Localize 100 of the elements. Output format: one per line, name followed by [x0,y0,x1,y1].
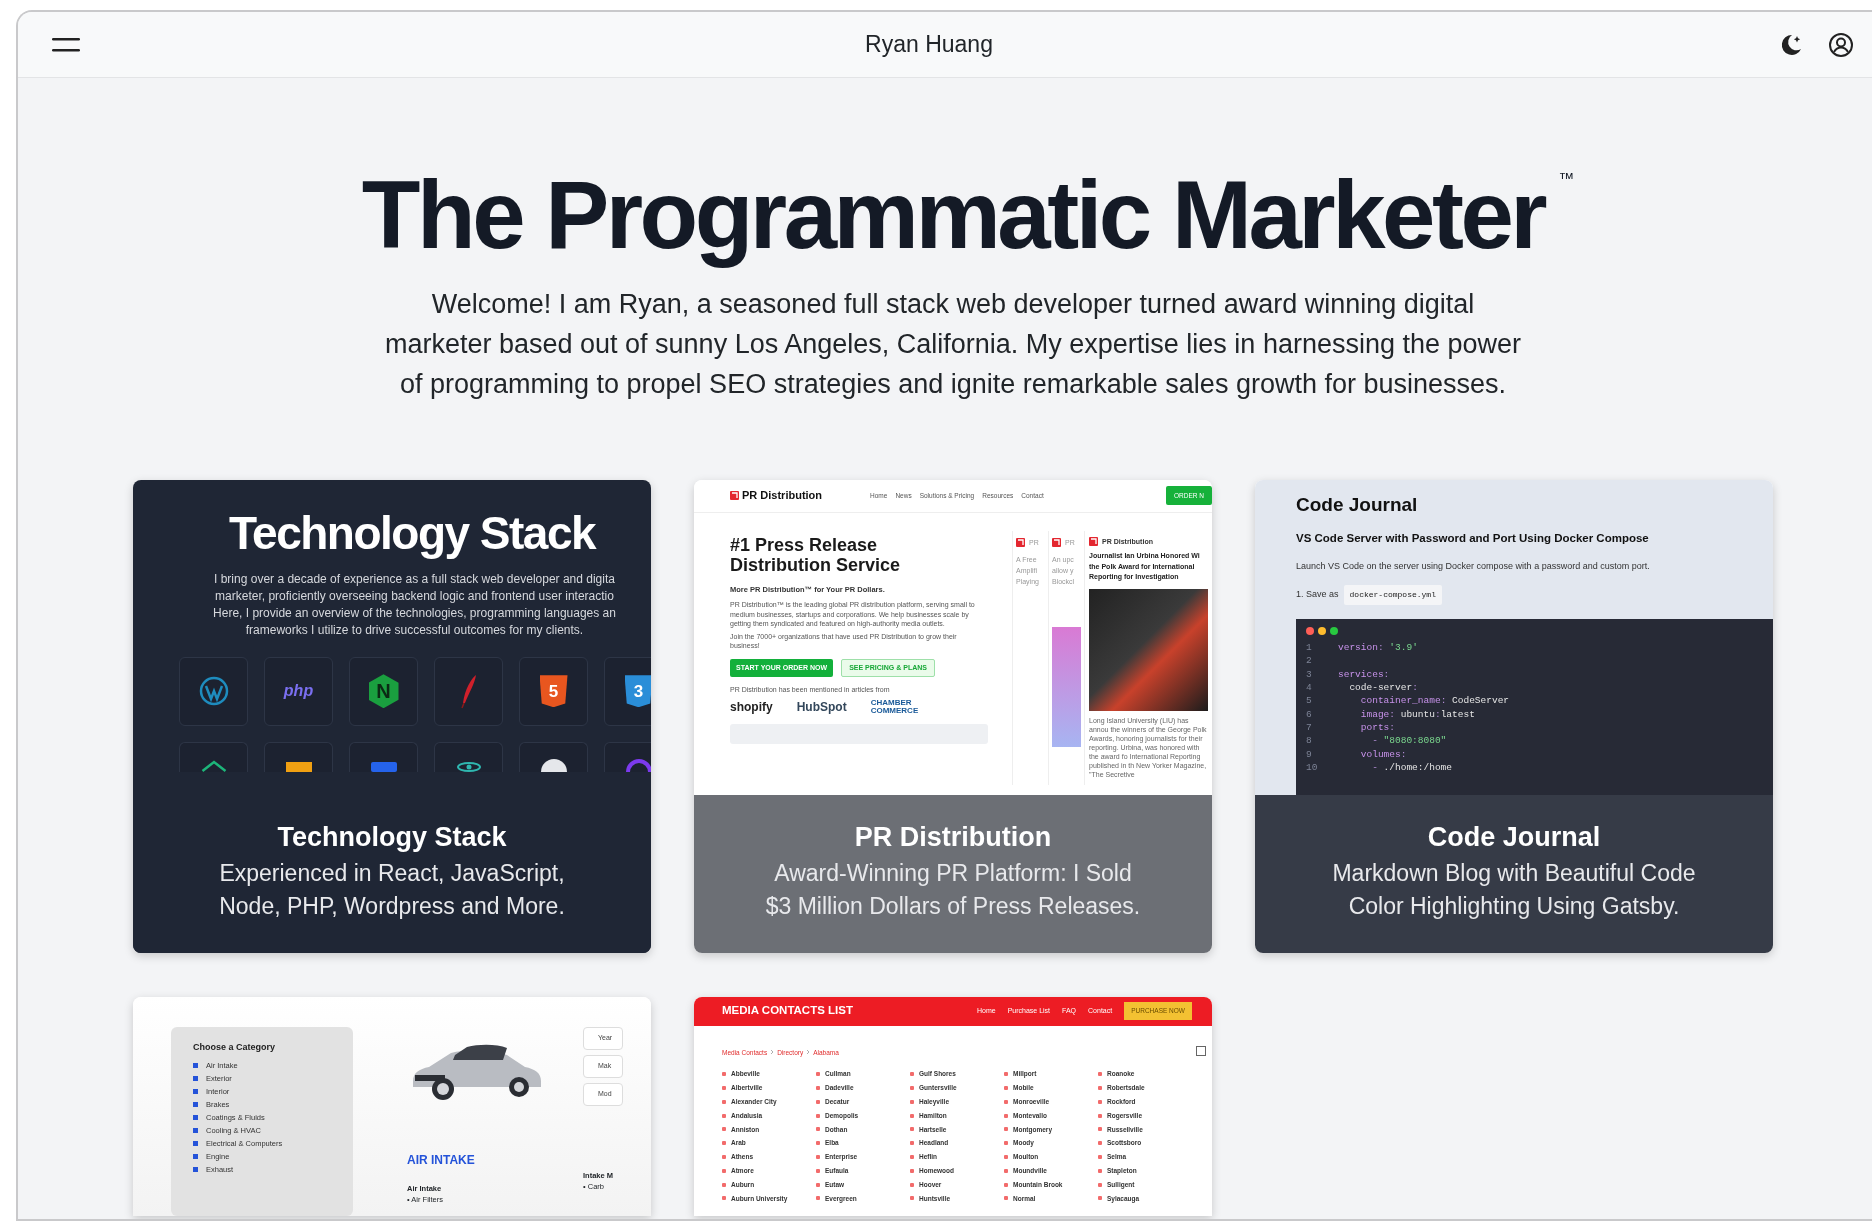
filename-code: docker-compose.yml [1343,585,1442,606]
bullet-icon [1098,1086,1102,1091]
post-title: VS Code Server with Password and Port Using Docker Compose [1296,531,1650,547]
bullet-icon [193,1102,198,1108]
code-line: - ./home:/home [1371,760,1453,775]
bullet-icon [816,1182,820,1187]
partner-logo-text: HubSpot [796,698,847,716]
line-number: 3 [1306,667,1313,682]
section-heading: AIR INTAKE [407,1151,476,1169]
bullet-icon [722,1072,726,1077]
bullet-icon [1004,1141,1008,1146]
logo-mark-icon [1016,537,1025,547]
bullet-icon [722,1196,726,1201]
bullet-icon [193,1089,198,1095]
card-title: Technology Stack [276,820,508,853]
pause-icon [1196,1045,1206,1056]
bullet-icon [816,1086,820,1091]
card-subtitle: Markdown Blog with Beautiful Code Color Highlighting Using Gatsby. [1331,859,1697,921]
trademark-symbol: ™ [1558,170,1575,188]
code-line: code-server: [1348,681,1418,695]
bullet-icon [722,1086,726,1091]
bullet-icon [816,1196,820,1201]
category-title: Choose a Category [193,1040,277,1054]
bullet-icon [1098,1113,1102,1118]
bullet-icon [910,1196,914,1201]
site-logo-text: MEDIA CONTACTS LIST [722,1003,853,1019]
bullet-icon [193,1141,198,1147]
bullet-icon [816,1072,820,1077]
bullet-icon [1098,1141,1102,1146]
css3-logo: 3 [624,675,651,708]
bullet-icon [193,1154,198,1160]
partner-logo-text: shopify [730,698,773,716]
bullet-icon [1098,1196,1102,1201]
line-number: 7 [1306,720,1313,735]
bullet-icon [193,1167,198,1173]
bullet-icon [1004,1072,1008,1077]
chevron-icon [806,1049,811,1056]
bullet-icon [816,1099,820,1104]
card-subtitle: Experienced in React, JavaScript, Node, PHP, Wordpress and More. [218,859,566,921]
bullet-icon [1004,1127,1008,1132]
bullet-icon [722,1099,726,1104]
code-line: container_name: CodeServer [1359,694,1510,708]
php-logo: php [283,681,314,702]
line-number: 9 [1306,747,1313,761]
box-logo-icon [370,761,397,772]
bullet-icon [1004,1086,1008,1091]
code-line: image: ubuntu:latest [1359,707,1475,721]
bullet-icon [722,1127,726,1132]
window-dot-icon [1330,627,1338,636]
wordpress-logo-icon [198,676,229,707]
site-logo-text: PR Distribution [742,488,823,504]
logo-mark-icon [1052,537,1061,547]
code-line: - "8080:8080" [1371,734,1447,748]
window-dot-icon [1306,627,1314,636]
bullet-icon [193,1115,198,1121]
bullet-icon [910,1141,914,1146]
step-text: 1. Save as [1296,588,1339,602]
preview-heading: Technology Stack [227,505,597,561]
project-card[interactable] [694,479,1212,953]
bullet-icon [722,1155,726,1159]
code-line: volumes: [1359,747,1407,761]
chevron-icon [770,1049,775,1056]
bullet-icon [910,1168,914,1173]
line-number: 8 [1306,734,1313,748]
card-subtitle: Award-Winning PR Platform: I Sold $3 Million Dollars of Press Releases. [764,859,1142,921]
line-number: 1 [1306,641,1313,655]
bullet-icon [816,1155,820,1159]
bullet-icon [1004,1196,1008,1201]
bullet-icon [910,1113,914,1118]
window-dot-icon [1318,627,1326,636]
page-heading: The Programmatic Marketer [361,161,1545,268]
ring-logo-icon [625,758,651,772]
bullet-icon [1098,1168,1102,1173]
post-description: Launch VS Code on the server using Docker compose with a password and custom port. [1296,559,1651,573]
preview-text-line: marketer, proficiently overseeing backend logic and frontend user interactio [214,587,615,605]
site-title: Ryan Huang [864,30,994,60]
bullet-icon [1098,1127,1102,1132]
code-line: services: [1338,667,1390,682]
menu-icon [52,36,80,53]
bullet-icon [816,1113,820,1118]
bullet-icon [910,1127,914,1132]
user-icon [1828,31,1854,58]
bullet-icon [816,1127,820,1132]
logo-mark-icon [730,491,739,501]
nginx-logo: N [368,674,399,709]
circle-logo-icon [540,758,567,772]
intro-paragraph: Welcome! I am Ryan, a seasoned full stack web developer turned award winning digital marketer based out of sunny Los Angeles, California. My expertise lies in harnessing the power of programming to propel SEO strategies and ignite remarkable sales growth for businesses. [383,287,1523,401]
preview-heading: Code Journal [1296,493,1419,517]
bullet-icon [193,1128,198,1134]
bullet-icon [1098,1155,1102,1159]
line-number: 4 [1306,681,1313,695]
card-title: PR Distribution [853,820,1053,853]
line-number: 10 [1306,760,1319,775]
preview-text-line: Here, I provide an overview of the technologies, programming languages an [212,604,617,622]
bullet-icon [722,1113,726,1118]
project-card[interactable] [1255,479,1773,953]
project-card[interactable] [133,479,651,953]
bullet-icon [1004,1155,1008,1159]
bullet-icon [910,1155,914,1159]
bullet-icon [1004,1113,1008,1118]
